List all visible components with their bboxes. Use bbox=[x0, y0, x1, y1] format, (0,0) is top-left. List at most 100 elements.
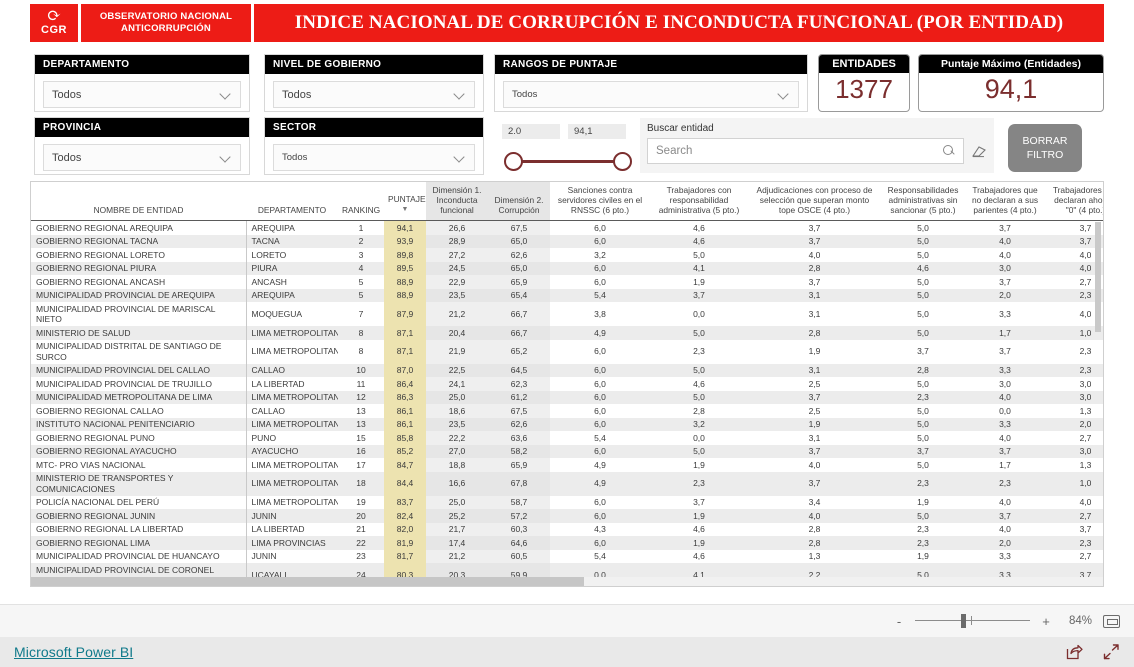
search-input[interactable]: Search bbox=[647, 138, 964, 164]
zoom-slider[interactable] bbox=[915, 614, 1030, 628]
clear-filter-button[interactable]: BORRAR FILTRO bbox=[1008, 124, 1082, 172]
table-row[interactable]: GOBIERNO REGIONAL AYACUCHO AYACUCHO 16 85,2… bbox=[31, 444, 1103, 458]
cell-departamento: JUNIN bbox=[246, 549, 338, 563]
table-row[interactable]: MUNICIPALIDAD PROVINCIAL DE HUANCAYO JUNI… bbox=[31, 549, 1103, 563]
table-row[interactable]: GOBIERNO REGIONAL CALLAO CALLAO 13 86,1 18,6… bbox=[31, 404, 1103, 418]
col-puntaje[interactable]: PUNTAJE ▼ bbox=[384, 182, 426, 221]
range-slider-max-input[interactable]: 94,1 bbox=[568, 124, 626, 139]
slicer-departamento[interactable]: DEPARTAMENTO Todos bbox=[34, 54, 250, 112]
cell-dimension-2: 64,5 bbox=[488, 363, 550, 377]
table-row[interactable]: GOBIERNO REGIONAL PUNO PUNO 15 85,8 22,2 63,6… bbox=[31, 431, 1103, 445]
table-row[interactable]: GOBIERNO REGIONAL JUNIN JUNIN 20 82,4 25,2 57… bbox=[31, 509, 1103, 523]
entity-table[interactable]: NOMBRE DE ENTIDAD DEPARTAMENTO RANKING P… bbox=[30, 181, 1104, 587]
slicer-sector-body: Todos bbox=[265, 137, 483, 180]
table-row[interactable]: GOBIERNO REGIONAL LA LIBERTAD LA LIBERTAD… bbox=[31, 522, 1103, 536]
zoom-slider-thumb[interactable] bbox=[961, 614, 966, 628]
table-row[interactable]: MUNICIPALIDAD PROVINCIAL DE AREQUIPA AREQ… bbox=[31, 288, 1103, 302]
col-trabajadores-declaran-ahorros-cero[interactable]: Trabajadores que declaran ahorros "0" (4… bbox=[1045, 182, 1103, 221]
table-row[interactable]: GOBIERNO REGIONAL TACNA TACNA 2 93,9 28,9 65,… bbox=[31, 234, 1103, 248]
cell-nombre: MUNICIPALIDAD PROVINCIAL DE AREQUIPA bbox=[31, 288, 247, 302]
range-slider-min-input[interactable]: 2.0 bbox=[502, 124, 560, 139]
table-vertical-scroll-thumb[interactable] bbox=[1095, 222, 1101, 332]
cell-responsabilidades-sin-sancionar: 5,0 bbox=[881, 417, 965, 431]
fullscreen-icon[interactable] bbox=[1103, 644, 1120, 660]
table-row[interactable]: MUNICIPALIDAD PROVINCIAL DE TRUJILLO LA L… bbox=[31, 377, 1103, 391]
col-dimension-1[interactable]: Dimensión 1. Inconducta funcional bbox=[426, 182, 488, 221]
slicer-sector-label: SECTOR bbox=[265, 118, 483, 137]
microsoft-power-bi-link[interactable]: Microsoft Power BI bbox=[14, 644, 133, 660]
cell-ranking: 4 bbox=[338, 261, 384, 275]
table-row[interactable]: MUNICIPALIDAD DISTRITAL DE SANTIAGO DE S… bbox=[31, 339, 1103, 364]
cell-no-declaran-parientes: 3,0 bbox=[965, 261, 1045, 275]
table-row[interactable]: INSTITUTO NACIONAL PENITENCIARIO LIMA MET… bbox=[31, 417, 1103, 431]
table-row[interactable]: MUNICIPALIDAD METROPOLITANA DE LIMA LIMA … bbox=[31, 390, 1103, 404]
slicer-departamento-dropdown[interactable]: Todos bbox=[43, 81, 241, 108]
col-trabajadores-no-declaran-parientes[interactable]: Trabajadores que no declaran a sus parie… bbox=[965, 182, 1045, 221]
table-vertical-scrollbar[interactable] bbox=[1094, 222, 1102, 397]
cell-nombre: GOBIERNO REGIONAL LA LIBERTAD bbox=[31, 522, 247, 536]
col-adjudicaciones-osce[interactable]: Adjudicaciones con proceso de selección … bbox=[748, 182, 881, 221]
cell-nombre: MINISTERIO DE TRANSPORTES Y COMUNICACION… bbox=[31, 471, 247, 496]
kpi-puntaje-maximo: Puntaje Máximo (Entidades) 94,1 bbox=[918, 54, 1104, 112]
cell-sanciones-rnssc: 3,8 bbox=[550, 302, 650, 326]
table-row[interactable]: MTC- PRO VIAS NACIONAL LIMA METROPOLITANA… bbox=[31, 458, 1103, 472]
zoom-slider-tick bbox=[971, 616, 973, 625]
cell-ranking: 21 bbox=[338, 522, 384, 536]
cell-adjudicaciones-osce: 3,1 bbox=[748, 431, 881, 445]
table-row[interactable]: MUNICIPALIDAD PROVINCIAL DEL CALLAO CALLA… bbox=[31, 363, 1103, 377]
table-horizontal-scrollbar[interactable] bbox=[31, 577, 1103, 586]
share-icon[interactable] bbox=[1066, 644, 1083, 660]
table-horizontal-scroll-thumb[interactable] bbox=[31, 577, 584, 586]
slicer-rangos-de-puntaje-dropdown[interactable]: Todos bbox=[503, 81, 799, 108]
col-departamento[interactable]: DEPARTAMENTO bbox=[246, 182, 338, 221]
table-row[interactable]: GOBIERNO REGIONAL LIMA LIMA PROVINCIAS 22 8… bbox=[31, 536, 1103, 550]
slicer-rangos-de-puntaje[interactable]: RANGOS DE PUNTAJE Todos bbox=[494, 54, 808, 112]
slicer-sector[interactable]: SECTOR Todos bbox=[264, 117, 484, 175]
table-row[interactable]: GOBIERNO REGIONAL LORETO LORETO 3 89,8 27,2 6… bbox=[31, 248, 1103, 262]
cell-declaran-ahorros-cero: 2,3 bbox=[1045, 536, 1103, 550]
slicer-departamento-value: Todos bbox=[52, 88, 82, 101]
observatory-line-2: ANTICORRUPCIÓN bbox=[121, 23, 211, 34]
slicer-provincia-dropdown[interactable]: Todos bbox=[43, 144, 241, 171]
cell-responsabilidades-sin-sancionar: 5,0 bbox=[881, 220, 965, 235]
table-row[interactable]: MINISTERIO DE TRANSPORTES Y COMUNICACION… bbox=[31, 471, 1103, 496]
range-slider-right-handle[interactable] bbox=[613, 152, 632, 171]
slicer-nivel-de-gobierno[interactable]: NIVEL DE GOBIERNO Todos bbox=[264, 54, 484, 112]
cell-responsabilidades-sin-sancionar: 5,0 bbox=[881, 404, 965, 418]
table-row[interactable]: MINISTERIO DE SALUD LIMA METROPOLITANA 8 87… bbox=[31, 326, 1103, 340]
col-ranking[interactable]: RANKING bbox=[338, 182, 384, 221]
cell-adjudicaciones-osce: 2,8 bbox=[748, 326, 881, 340]
zoom-out-button[interactable]: - bbox=[894, 614, 904, 629]
cell-responsabilidades-sin-sancionar: 5,0 bbox=[881, 509, 965, 523]
cell-responsabilidades-sin-sancionar: 3,7 bbox=[881, 444, 965, 458]
col-sanciones-rnssc[interactable]: Sanciones contra servidores civiles en e… bbox=[550, 182, 650, 221]
cell-dimension-2: 66,7 bbox=[488, 302, 550, 326]
col-dimension-2[interactable]: Dimensión 2. Corrupción bbox=[488, 182, 550, 221]
cell-departamento: PUNO bbox=[246, 431, 338, 445]
table-row[interactable]: POLICÍA NACIONAL DEL PERÚ LIMA METROPOLIT… bbox=[31, 495, 1103, 509]
slicer-nivel-de-gobierno-dropdown[interactable]: Todos bbox=[273, 81, 475, 108]
cell-trabajadores-responsabilidad: 4,6 bbox=[650, 377, 748, 391]
table-row[interactable]: GOBIERNO REGIONAL PIURA PIURA 4 89,5 24,5 65,… bbox=[31, 261, 1103, 275]
eraser-icon[interactable] bbox=[971, 145, 987, 158]
table-row[interactable]: GOBIERNO REGIONAL ANCASH ANCASH 5 88,9 22,9 6… bbox=[31, 275, 1103, 289]
range-slider-puntaje[interactable]: 2.0 94,1 bbox=[502, 124, 634, 172]
slicer-sector-dropdown[interactable]: Todos bbox=[273, 144, 475, 171]
cell-puntaje: 84,4 bbox=[384, 471, 426, 496]
col-nombre-de-entidad[interactable]: NOMBRE DE ENTIDAD bbox=[31, 182, 246, 221]
cell-sanciones-rnssc: 5,4 bbox=[550, 288, 650, 302]
col-trabajadores-responsabilidad[interactable]: Trabajadores con responsabilidad adminis… bbox=[650, 182, 748, 221]
cell-responsabilidades-sin-sancionar: 1,9 bbox=[881, 495, 965, 509]
cell-no-declaran-parientes: 2,0 bbox=[965, 536, 1045, 550]
slicer-provincia[interactable]: PROVINCIA Todos bbox=[34, 117, 250, 175]
table-row[interactable]: GOBIERNO REGIONAL AREQUIPA AREQUIPA 1 94,1 2… bbox=[31, 220, 1103, 235]
range-slider-track[interactable] bbox=[502, 152, 634, 172]
col-responsabilidades-sin-sancionar[interactable]: Responsabilidades administrativas sin sa… bbox=[881, 182, 965, 221]
cell-dimension-2: 67,5 bbox=[488, 404, 550, 418]
range-slider-left-handle[interactable] bbox=[504, 152, 523, 171]
table-row[interactable]: MUNICIPALIDAD PROVINCIAL DE MARISCAL NIE… bbox=[31, 302, 1103, 326]
kpi-entidades-label: ENTIDADES bbox=[819, 55, 909, 73]
zoom-in-button[interactable]: + bbox=[1041, 614, 1051, 629]
cell-ranking: 7 bbox=[338, 302, 384, 326]
fit-to-page-icon[interactable] bbox=[1103, 614, 1120, 628]
